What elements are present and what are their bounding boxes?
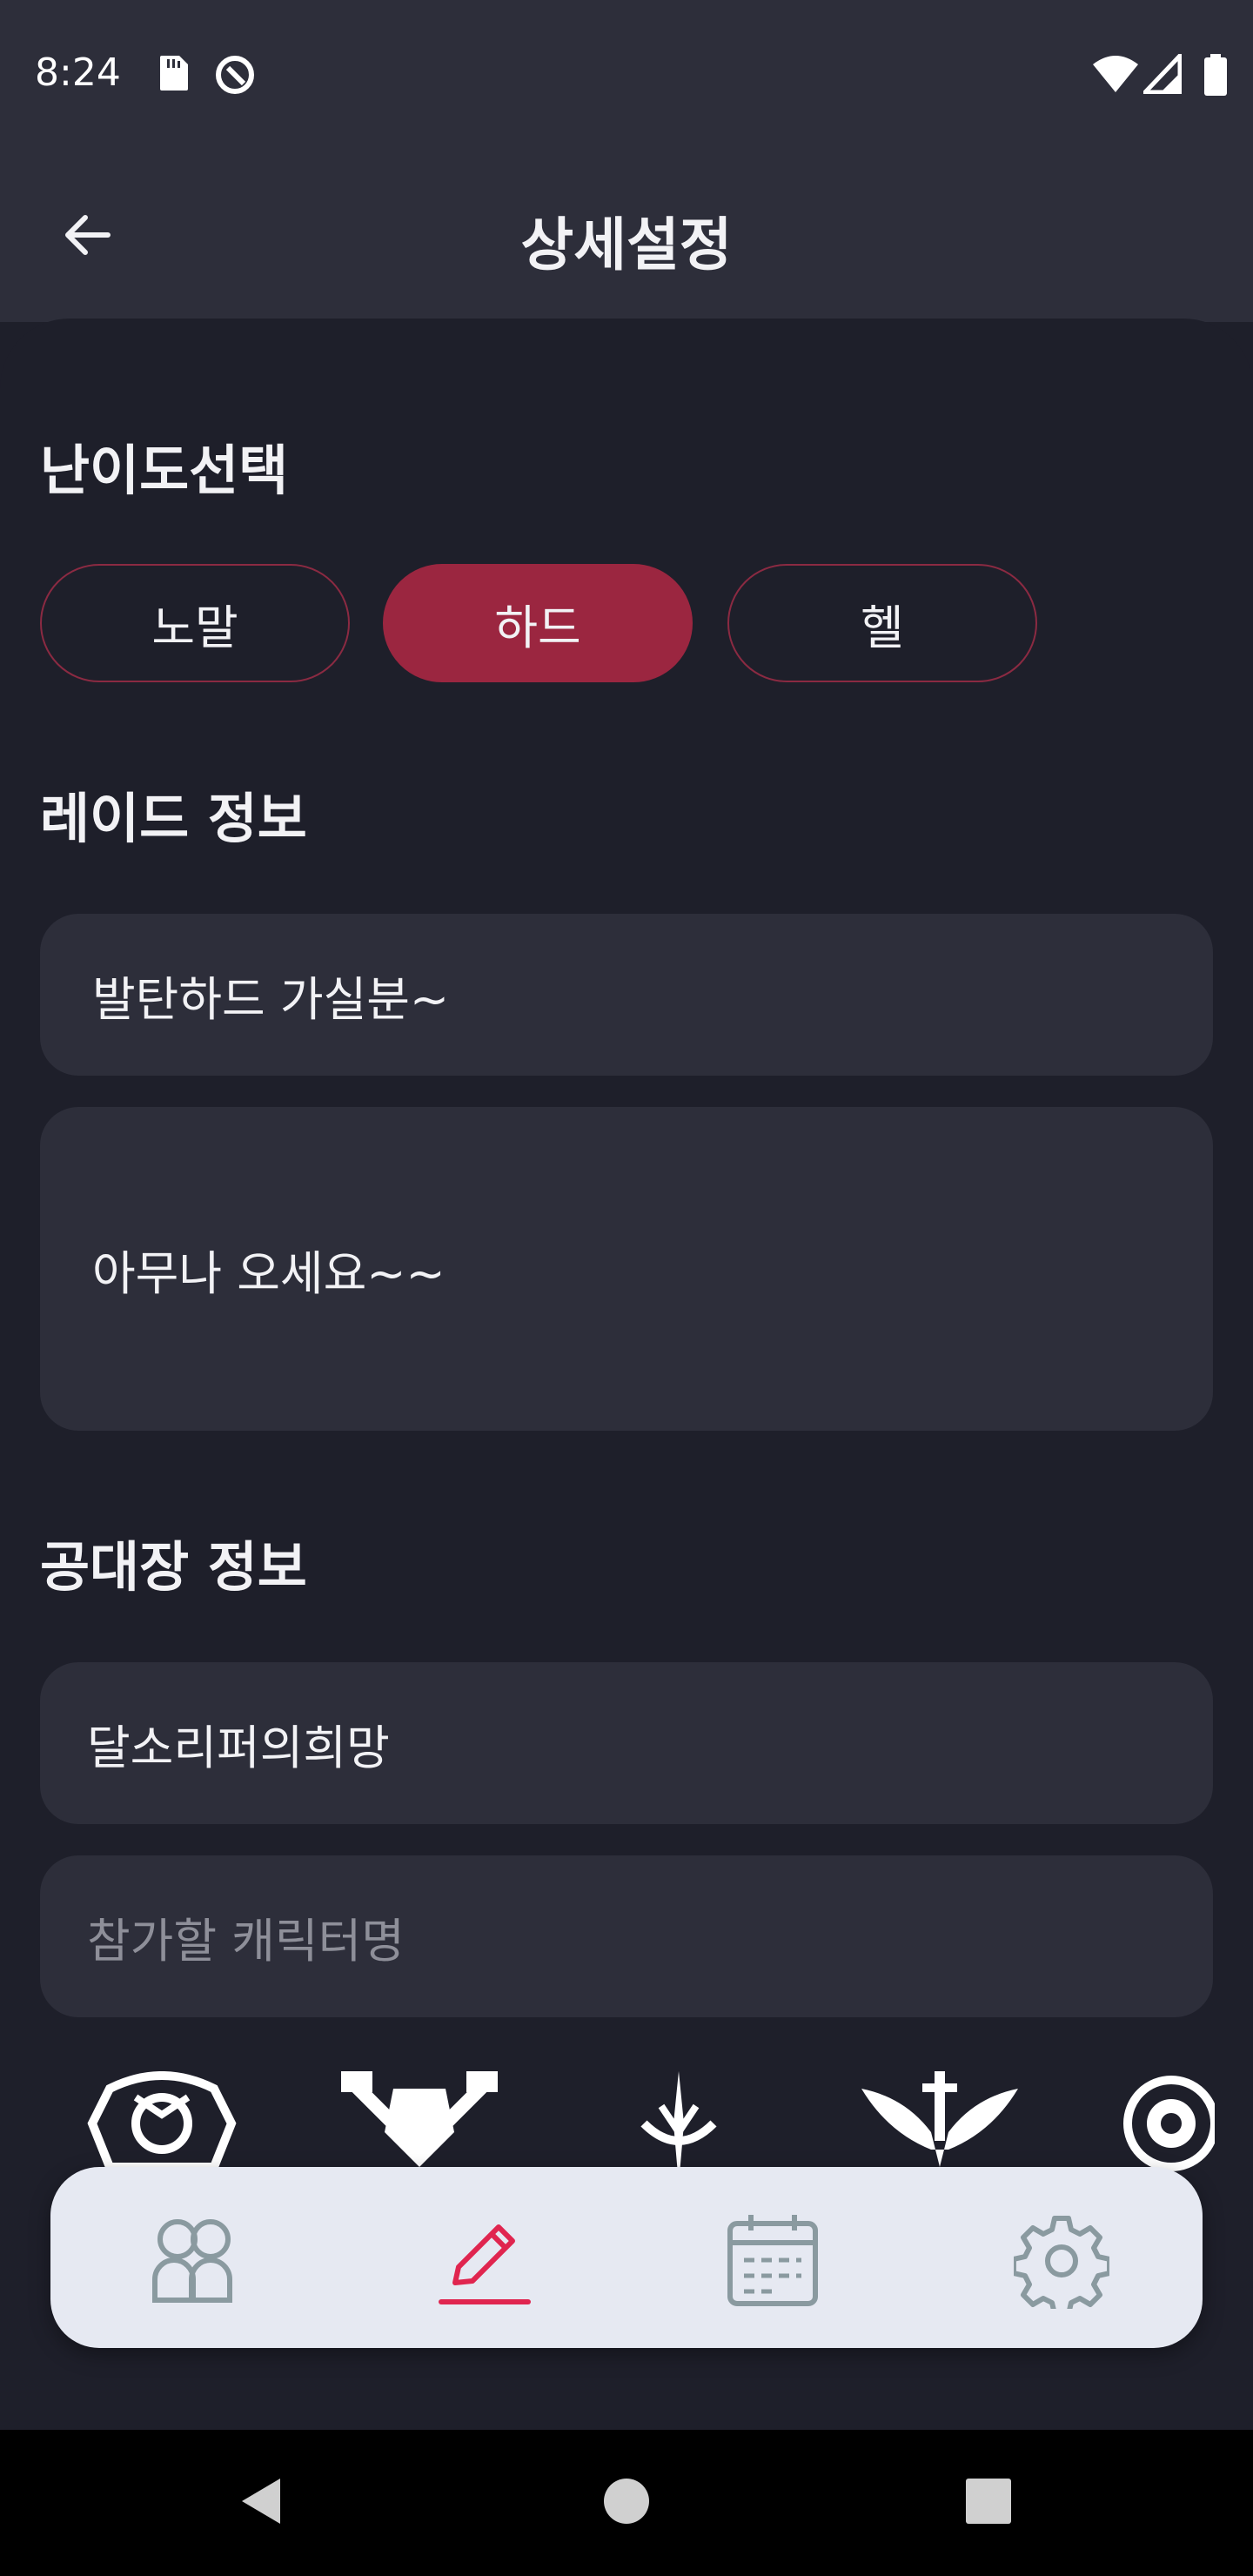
- sd-card-icon: [155, 54, 190, 96]
- system-navigation-bar: [0, 2430, 1253, 2576]
- status-time: 8:24: [35, 50, 121, 95]
- system-recents-button[interactable]: [964, 2475, 1013, 2531]
- battery-icon: [1203, 54, 1229, 99]
- leader-section-title: 공대장 정보: [40, 1535, 307, 1599]
- sync-icon: [214, 54, 256, 99]
- system-back-button[interactable]: [237, 2475, 285, 2531]
- party-icon: [152, 2219, 232, 2303]
- raid-name-field[interactable]: 발탄하드 가실분~: [40, 914, 1213, 1076]
- difficulty-chip-hard[interactable]: 하드: [383, 564, 693, 682]
- class-emblem-2[interactable]: [341, 2071, 498, 2179]
- class-emblem-4[interactable]: [861, 2071, 1018, 2179]
- wifi-icon: [1091, 54, 1140, 97]
- raid-description-field[interactable]: 아무나 오세요~~: [40, 1107, 1213, 1431]
- raid-section-title: 레이드 정보: [40, 787, 307, 850]
- page-title: 상세설정: [520, 211, 733, 278]
- calendar-icon: [727, 2215, 818, 2306]
- class-emblem-1[interactable]: [84, 2071, 240, 2179]
- app-bar: 상세설정: [0, 148, 1253, 322]
- system-home-button[interactable]: [602, 2475, 651, 2531]
- gear-icon: [1014, 2216, 1109, 2309]
- nav-party-button[interactable]: [141, 2209, 245, 2313]
- nav-calendar-button[interactable]: [720, 2209, 825, 2313]
- bottom-navigation: [50, 2167, 1203, 2348]
- difficulty-section-title: 난이도선택: [40, 439, 289, 502]
- difficulty-chip-normal[interactable]: 노말: [40, 564, 350, 682]
- status-bar: 8:24: [0, 0, 1253, 148]
- character-name-input[interactable]: 참가할 캐릭터명: [40, 1855, 1213, 2017]
- signal-icon: [1140, 50, 1183, 97]
- leader-name-field[interactable]: 달소리퍼의희망: [40, 1662, 1213, 1824]
- difficulty-chip-hell[interactable]: 헬: [727, 564, 1037, 682]
- nav-settings-button[interactable]: [1009, 2209, 1114, 2313]
- pencil-icon: [439, 2224, 531, 2304]
- nav-write-button[interactable]: [433, 2209, 538, 2313]
